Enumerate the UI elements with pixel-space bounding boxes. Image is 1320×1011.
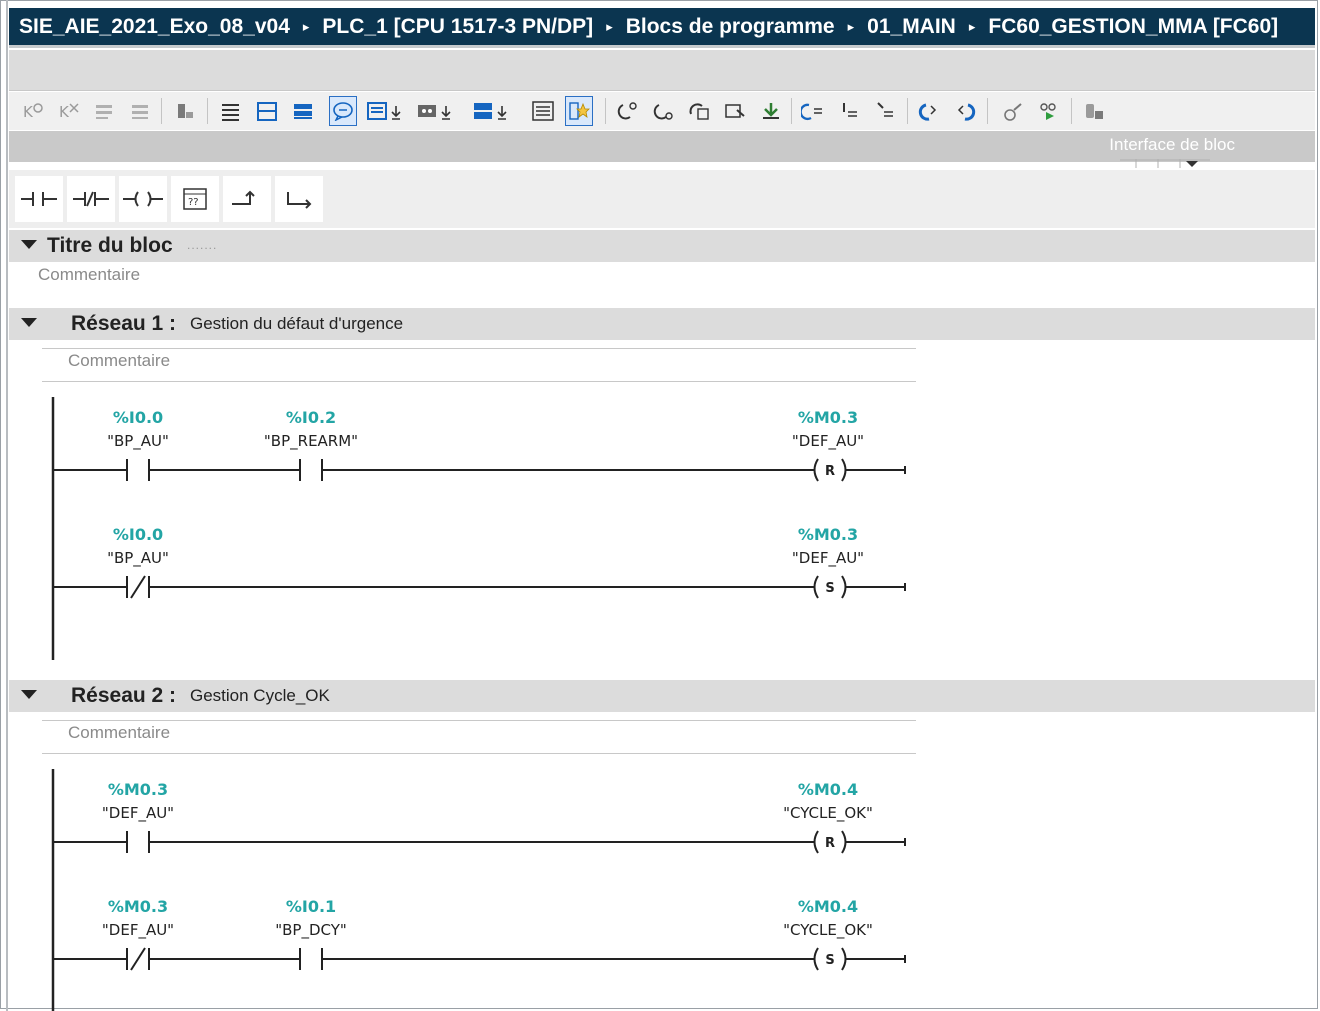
contact-symbol[interactable]: "DEF_AU"	[102, 804, 174, 823]
normally-open-contact[interactable]	[299, 459, 323, 481]
normally-open-contact[interactable]	[299, 948, 323, 970]
normally-closed-contact[interactable]	[126, 575, 150, 599]
rung: S	[53, 947, 906, 971]
coil-address[interactable]: %M0.4	[798, 780, 858, 799]
contact-address[interactable]: %I0.1	[286, 897, 336, 916]
contact-address[interactable]: %I0.2	[286, 408, 336, 427]
ladder-diagram: R %I0.0 "BP_AU" %I0.2 "BP_REARM" %M0.3 "DEF_AU…	[51, 397, 906, 1011]
normally-closed-contact[interactable]	[126, 947, 150, 971]
rung: R	[53, 830, 906, 854]
contact-symbol[interactable]: "BP_REARM"	[264, 432, 358, 451]
contact-address[interactable]: %M0.3	[108, 780, 168, 799]
coil-letter: R	[825, 464, 835, 479]
contact-address[interactable]: %I0.0	[113, 525, 163, 544]
contact-address[interactable]: %I0.0	[113, 408, 163, 427]
coil-address[interactable]: %M0.4	[798, 897, 858, 916]
normally-open-contact[interactable]	[126, 459, 150, 481]
contact-address[interactable]: %M0.3	[108, 897, 168, 916]
coil-symbol[interactable]: "CYCLE_OK"	[783, 804, 873, 823]
coil-letter: S	[825, 581, 834, 596]
contact-symbol[interactable]: "BP_AU"	[107, 432, 169, 451]
coil-symbol[interactable]: "CYCLE_OK"	[783, 921, 873, 940]
rung: R	[53, 458, 906, 482]
coil-symbol[interactable]: "DEF_AU"	[792, 549, 864, 568]
contact-symbol[interactable]: "BP_AU"	[107, 549, 169, 568]
coil-address[interactable]: %M0.3	[798, 525, 858, 544]
reset-coil[interactable]: R	[813, 830, 847, 854]
normally-open-contact[interactable]	[126, 831, 150, 853]
coil-letter: R	[825, 836, 835, 851]
coil-letter: S	[825, 953, 834, 968]
set-coil[interactable]: S	[813, 575, 847, 599]
coil-symbol[interactable]: "DEF_AU"	[792, 432, 864, 451]
contact-symbol[interactable]: "BP_DCY"	[275, 921, 347, 940]
reset-coil[interactable]: R	[813, 458, 847, 482]
coil-address[interactable]: %M0.3	[798, 408, 858, 427]
set-coil[interactable]: S	[813, 947, 847, 971]
rung: S	[53, 575, 906, 599]
contact-symbol[interactable]: "DEF_AU"	[102, 921, 174, 940]
